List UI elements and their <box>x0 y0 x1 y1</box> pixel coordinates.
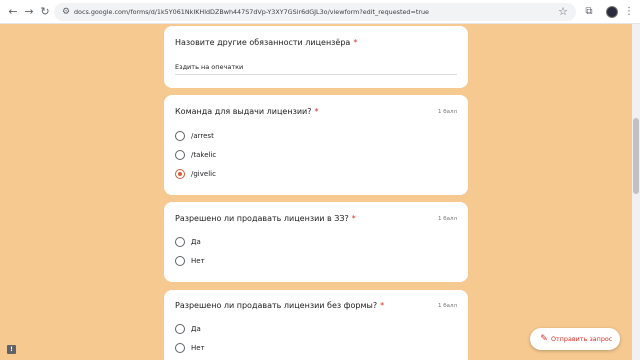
required-mark: * <box>380 301 385 310</box>
extensions-icon[interactable]: ⧉ <box>583 5 595 19</box>
required-mark: * <box>314 107 319 116</box>
option-no[interactable]: Нет <box>175 256 235 268</box>
option-label: /arrest <box>191 132 214 140</box>
radio-button[interactable] <box>175 150 185 160</box>
reload-icon[interactable]: ↻ <box>38 5 52 19</box>
option-label: /takelic <box>191 151 217 159</box>
question-card-zz: Разрешено ли продавать лицензии в ЗЗ? * 1… <box>164 202 468 282</box>
question-card-command: Команда для выдачи лицензии? * 1 балл /ar… <box>164 95 468 195</box>
points-label: 1 балл <box>437 109 457 115</box>
option-label: Нет <box>191 344 205 352</box>
question-card-no-form: Разрешено ли продавать лицензии без форм… <box>164 290 468 360</box>
option-takelic[interactable]: /takelic <box>175 150 255 162</box>
required-mark: * <box>351 214 356 223</box>
answer-underline <box>175 74 457 75</box>
option-label: Да <box>191 238 201 246</box>
radio-button-selected[interactable] <box>175 169 185 179</box>
question-title: Команда для выдачи лицензии? * <box>175 107 319 116</box>
option-yes[interactable]: Да <box>175 237 235 249</box>
question-card-duties: Назовите другие обязанности лицензёра * Е… <box>164 26 468 88</box>
radio-button[interactable] <box>175 343 185 353</box>
browser-toolbar: ← → ↻ ⚙ docs.google.com/forms/d/1k5Y061N… <box>0 0 640 24</box>
radio-button[interactable] <box>175 131 185 141</box>
report-icon[interactable]: ! <box>7 345 16 354</box>
forward-icon[interactable]: → <box>22 5 36 19</box>
radio-button[interactable] <box>175 237 185 247</box>
radio-button[interactable] <box>175 256 185 266</box>
question-title: Разрешено ли продавать лицензии без форм… <box>175 301 385 310</box>
points-label: 1 балл <box>437 303 457 309</box>
page-scrollbar[interactable] <box>632 24 640 360</box>
profile-avatar[interactable] <box>606 6 618 18</box>
pencil-icon: ✎ <box>540 334 548 344</box>
back-icon[interactable]: ← <box>6 5 20 19</box>
required-mark: * <box>353 38 358 47</box>
send-request-button[interactable]: ✎ Отправить запрос <box>530 328 620 350</box>
option-arrest[interactable]: /arrest <box>175 131 255 143</box>
question-title: Разрешено ли продавать лицензии в ЗЗ? * <box>175 214 356 223</box>
option-no[interactable]: Нет <box>175 343 235 355</box>
send-request-label: Отправить запрос <box>551 335 613 343</box>
answer-input[interactable]: Ездить на опечатки <box>175 63 243 71</box>
option-givelic[interactable]: /givelic <box>175 169 255 181</box>
radio-button[interactable] <box>175 324 185 334</box>
option-yes[interactable]: Да <box>175 324 235 336</box>
url-text[interactable]: docs.google.com/forms/d/1k5Y061NkIKHldDZ… <box>74 3 429 21</box>
site-info-icon[interactable]: ⚙ <box>60 6 72 18</box>
question-title: Назовите другие обязанности лицензёра * <box>175 38 358 47</box>
kebab-menu-icon[interactable]: ⋮ <box>624 5 634 19</box>
bookmark-star-icon[interactable]: ☆ <box>558 5 568 19</box>
points-label: 1 балл <box>437 216 457 222</box>
option-label: Нет <box>191 257 205 265</box>
scrollbar-thumb[interactable] <box>633 118 639 194</box>
address-bar[interactable]: ⚙ docs.google.com/forms/d/1k5Y061NkIKHld… <box>54 3 576 21</box>
option-label: Да <box>191 325 201 333</box>
option-label: /givelic <box>191 170 216 178</box>
